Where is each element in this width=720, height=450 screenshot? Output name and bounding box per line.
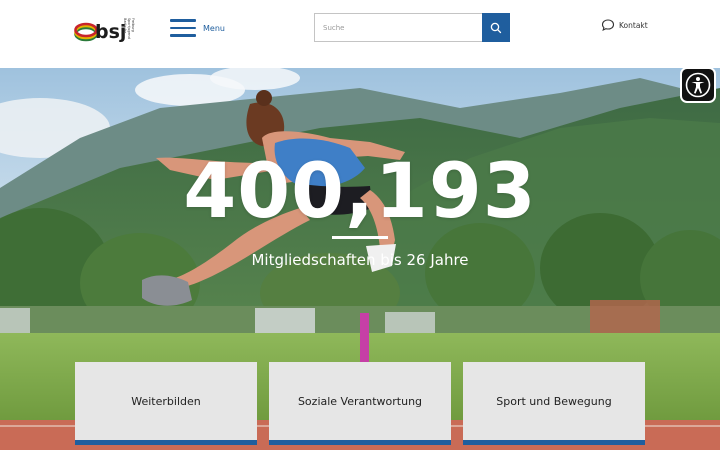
card-label: Sport und Bewegung [496, 394, 612, 408]
site-header: bsj Badische Sportjugend Freiburg Menu K… [0, 0, 720, 68]
menu-label: Menu [203, 23, 225, 33]
card-label: Weiterbilden [131, 394, 201, 408]
bsj-logo[interactable]: bsj Badische Sportjugend Freiburg [74, 12, 136, 44]
card-sport-und-bewegung[interactable]: Sport und Bewegung [463, 362, 645, 445]
stat-value: 400,193 [183, 146, 537, 235]
chat-bubble-icon [601, 19, 615, 32]
contact-label: Kontakt [619, 20, 648, 30]
accessibility-person-icon [685, 72, 711, 98]
menu-button[interactable]: Menu [170, 18, 230, 38]
card-label: Soziale Verantwortung [297, 394, 423, 408]
card-soziale-verantwortung[interactable]: Soziale Verantwortung [269, 362, 451, 445]
svg-text:Freiburg: Freiburg [131, 18, 135, 32]
magnifier-icon [490, 22, 502, 33]
stat-caption: Mitgliedschaften bis 26 Jahre [251, 251, 469, 269]
card-weiterbilden[interactable]: Weiterbilden [75, 362, 257, 445]
contact-link[interactable]: Kontakt [601, 18, 648, 32]
svg-text:Badische: Badische [123, 18, 127, 33]
hamburger-icon [170, 19, 196, 37]
search-bar [314, 13, 510, 42]
svg-text:bsj: bsj [95, 21, 126, 43]
stat-divider [332, 236, 388, 239]
search-button[interactable] [482, 13, 510, 42]
accessibility-button[interactable] [680, 67, 716, 103]
svg-text:Sportjugend: Sportjugend [127, 18, 131, 39]
search-input[interactable] [314, 13, 482, 42]
